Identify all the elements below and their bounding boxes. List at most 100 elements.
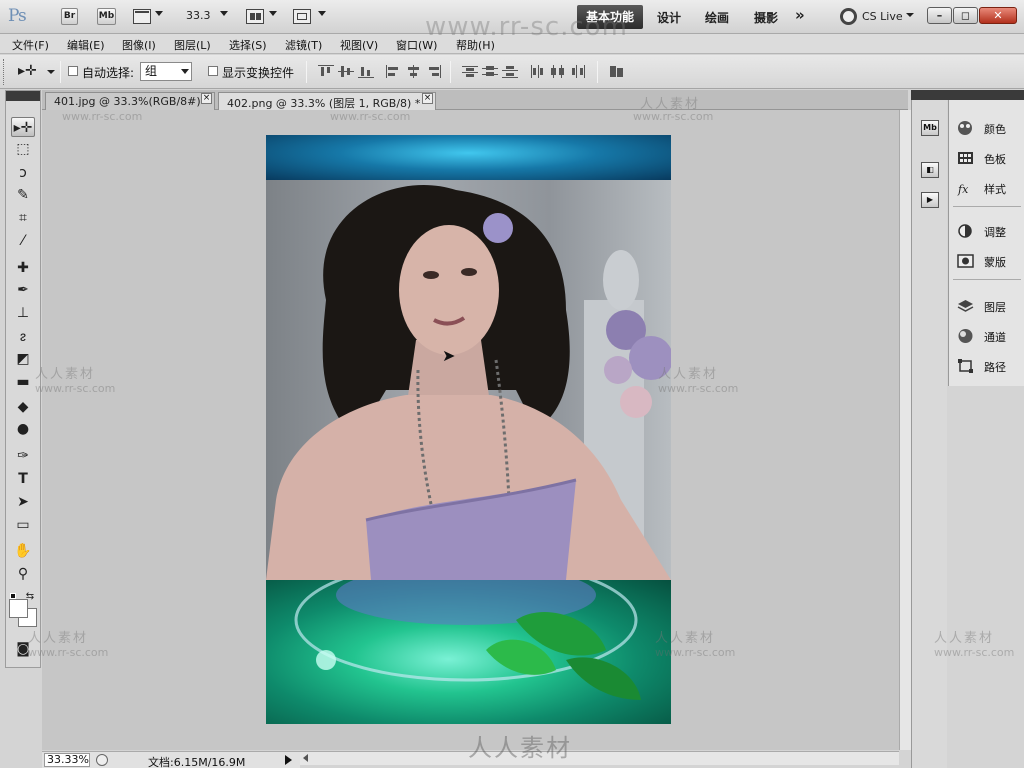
- arrange-documents-icon[interactable]: [246, 9, 264, 24]
- layers-icon: [957, 300, 974, 312]
- tab-401[interactable]: 401.jpg @ 33.3%(RGB/8#): [45, 92, 215, 110]
- crop-icon[interactable]: ⌗: [11, 208, 35, 228]
- brush-icon[interactable]: ✒: [11, 280, 35, 300]
- mini-bridge-button[interactable]: Mb: [97, 8, 116, 25]
- separator: [450, 61, 451, 83]
- move-tool-icon[interactable]: ▸✛: [11, 117, 35, 137]
- tab-label: 402.png @ 33.3% (图层 1, RGB/8) *: [227, 97, 421, 110]
- options-bar-grip[interactable]: [3, 59, 6, 85]
- vertical-scrollbar[interactable]: [899, 110, 911, 750]
- eyedropper-icon[interactable]: ⁄: [11, 231, 35, 251]
- lasso-icon[interactable]: ↄ: [11, 163, 35, 183]
- zoom-level[interactable]: 33.3: [186, 9, 211, 22]
- show-transform-checkbox[interactable]: [208, 66, 218, 76]
- menu-select[interactable]: 选择(S): [229, 37, 267, 53]
- panel-styles[interactable]: fx 样式: [949, 174, 1024, 202]
- chevron-down-icon[interactable]: [155, 11, 163, 16]
- watermark-url-large: www.rr-sc.com: [425, 12, 628, 42]
- rectangle-shape-icon[interactable]: ▭: [11, 515, 35, 535]
- status-menu-arrow-icon[interactable]: [285, 755, 292, 765]
- chevron-down-icon[interactable]: [220, 11, 228, 16]
- workspace-painting[interactable]: 绘画: [705, 9, 729, 26]
- pen-icon[interactable]: ✑: [11, 446, 35, 466]
- scroll-left-icon[interactable]: [303, 754, 308, 762]
- workspace-design[interactable]: 设计: [657, 9, 681, 26]
- status-info-icon[interactable]: [96, 754, 108, 766]
- clone-stamp-icon[interactable]: ⊥: [11, 303, 35, 323]
- panel-adjustments[interactable]: 调整: [949, 217, 1024, 245]
- cs-live-button[interactable]: CS Live: [862, 10, 903, 23]
- more-workspaces-icon[interactable]: »: [795, 6, 805, 24]
- maximize-button[interactable]: ◻: [953, 7, 978, 24]
- distribute-top-icon[interactable]: [462, 65, 478, 78]
- auto-align-layers-icon[interactable]: [609, 65, 625, 78]
- chevron-down-icon[interactable]: [47, 70, 55, 74]
- swatches-icon: [958, 152, 973, 164]
- dodge-icon[interactable]: ●: [11, 419, 35, 439]
- align-right-icon[interactable]: [426, 65, 442, 78]
- panel-color[interactable]: 颜色: [949, 114, 1024, 142]
- minimize-button[interactable]: –: [927, 7, 952, 24]
- distribute-bottom-icon[interactable]: [502, 65, 518, 78]
- chevron-down-icon[interactable]: [269, 11, 277, 16]
- auto-select-value: 组: [145, 64, 158, 78]
- align-vertical-center-icon[interactable]: [338, 65, 354, 78]
- screen-mode-icon[interactable]: [293, 9, 311, 24]
- history-brush-icon[interactable]: ᴤ: [11, 327, 35, 347]
- align-bottom-icon[interactable]: [358, 65, 374, 78]
- distribute-vertical-center-icon[interactable]: [482, 65, 498, 78]
- actions-panel-icon[interactable]: ▶: [921, 192, 939, 208]
- auto-select-dropdown[interactable]: 组: [140, 62, 192, 81]
- menu-edit[interactable]: 编辑(E): [67, 37, 105, 53]
- menu-image[interactable]: 图像(I): [122, 37, 156, 53]
- eraser-icon[interactable]: ◩: [11, 349, 35, 369]
- panel-channels[interactable]: 通道: [949, 322, 1024, 350]
- history-panel-icon[interactable]: ◧: [921, 162, 939, 178]
- panel-adjustments-label: 调整: [984, 226, 1006, 239]
- close-icon[interactable]: ×: [422, 93, 433, 104]
- panel-layers[interactable]: 图层: [949, 292, 1024, 320]
- blur-icon[interactable]: ◆: [11, 397, 35, 417]
- panel-paths[interactable]: 路径: [949, 352, 1024, 380]
- close-icon[interactable]: ×: [201, 93, 212, 104]
- hand-icon[interactable]: ✋: [11, 541, 35, 561]
- menu-layer[interactable]: 图层(L): [174, 37, 211, 53]
- workspace-photography[interactable]: 摄影: [754, 9, 778, 26]
- path-selection-icon[interactable]: ➤: [11, 492, 35, 512]
- distribute-left-icon[interactable]: [530, 65, 546, 78]
- chevron-down-icon[interactable]: [906, 13, 914, 17]
- type-icon[interactable]: T: [11, 469, 35, 489]
- bridge-button[interactable]: Br: [61, 8, 78, 25]
- align-left-icon[interactable]: [386, 65, 402, 78]
- document-image[interactable]: [266, 135, 671, 724]
- move-tool-preset-icon[interactable]: ▸✛: [18, 63, 37, 79]
- gradient-icon[interactable]: ▬: [11, 372, 35, 392]
- zoom-icon[interactable]: ⚲: [11, 564, 35, 584]
- dock-header[interactable]: [911, 90, 1024, 100]
- close-button[interactable]: ✕: [979, 7, 1017, 24]
- auto-select-checkbox[interactable]: [68, 66, 78, 76]
- image-bottom-band: [266, 558, 671, 724]
- menu-view[interactable]: 视图(V): [340, 37, 378, 53]
- horizontal-scrollbar[interactable]: [300, 751, 899, 765]
- view-extras-icon[interactable]: [133, 9, 151, 24]
- canvas-area[interactable]: ➤: [42, 110, 899, 750]
- distribute-right-icon[interactable]: [570, 65, 586, 78]
- mini-bridge-panel-icon[interactable]: Mb: [921, 120, 939, 136]
- panel-masks[interactable]: 蒙版: [949, 247, 1024, 275]
- tab-402[interactable]: 402.png @ 33.3% (图层 1, RGB/8) *: [218, 92, 436, 110]
- distribute-horizontal-center-icon[interactable]: [550, 65, 566, 78]
- align-top-icon[interactable]: [318, 65, 334, 78]
- chevron-down-icon[interactable]: [318, 11, 326, 16]
- align-horizontal-center-icon[interactable]: [406, 65, 422, 78]
- menu-file[interactable]: 文件(F): [12, 37, 49, 53]
- quick-selection-icon[interactable]: ✎: [11, 185, 35, 205]
- panel-swatches[interactable]: 色板: [949, 144, 1024, 172]
- cs-live-icon[interactable]: [840, 8, 857, 25]
- tools-panel-header[interactable]: [6, 91, 40, 101]
- spot-healing-icon[interactable]: ✚: [11, 258, 35, 278]
- rectangular-marquee-icon[interactable]: ⬚: [11, 139, 35, 159]
- menu-filter[interactable]: 滤镜(T): [285, 37, 322, 53]
- zoom-input[interactable]: 33.33%: [44, 753, 90, 767]
- foreground-color-swatch[interactable]: [9, 599, 28, 618]
